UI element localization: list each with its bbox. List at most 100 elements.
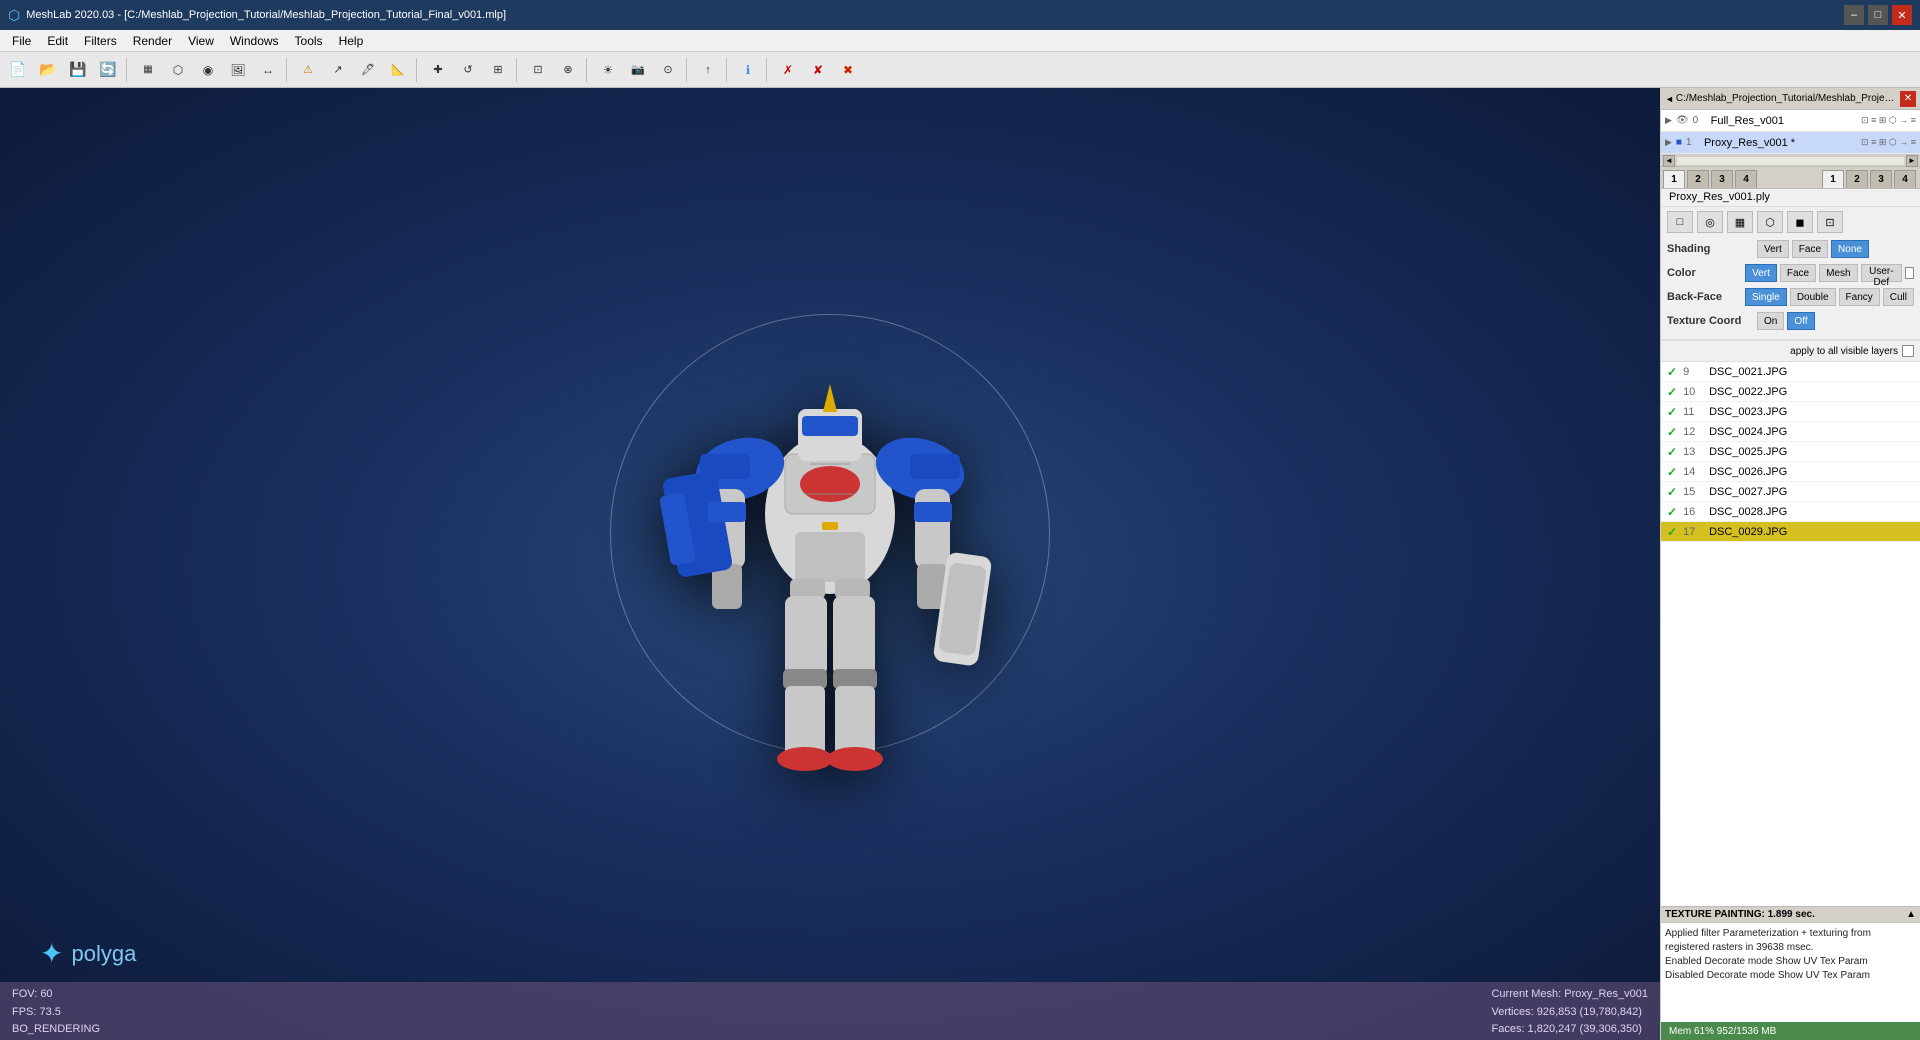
toolbar-light[interactable]: ☀ bbox=[594, 56, 622, 84]
color-mesh[interactable]: Mesh bbox=[1819, 264, 1857, 282]
polyga-icon: ✦ bbox=[40, 937, 63, 970]
render-btn-tex[interactable]: ⊡ bbox=[1817, 211, 1843, 233]
polyga-logo: ✦ polyga bbox=[40, 937, 136, 970]
toolbar-del-vert[interactable]: ✗ bbox=[774, 56, 802, 84]
toolbar-del-face[interactable]: ✘ bbox=[804, 56, 832, 84]
img-name-4: DSC_0025.JPG bbox=[1709, 446, 1914, 458]
maximize-button[interactable]: □ bbox=[1868, 5, 1888, 25]
toolbar-render-smooth[interactable]: ◉ bbox=[194, 56, 222, 84]
fov-text: FOV: 60 bbox=[12, 986, 100, 1004]
menu-tools[interactable]: Tools bbox=[287, 32, 331, 50]
panel-close-button[interactable]: ✕ bbox=[1900, 91, 1916, 107]
image-row-8[interactable]: ✓ 17 DSC_0029.JPG bbox=[1661, 522, 1920, 542]
toolbar-align[interactable]: ⊡ bbox=[524, 56, 552, 84]
image-list[interactable]: ✓ 9 DSC_0021.JPG ✓ 10 DSC_0022.JPG ✓ 11 … bbox=[1661, 362, 1920, 906]
faces-text: Faces: 1,820,247 (39,306,350) bbox=[1491, 1021, 1648, 1039]
toolbar-measure[interactable]: 📐 bbox=[384, 56, 412, 84]
tab-r2[interactable]: 2 bbox=[1846, 170, 1868, 188]
image-row-7[interactable]: ✓ 16 DSC_0028.JPG bbox=[1661, 502, 1920, 522]
render-btn-flat[interactable]: ▦ bbox=[1727, 211, 1753, 233]
viewport[interactable]: ✦ polyga FOV: 60 FPS: 73.5 BO_RENDERING … bbox=[0, 88, 1660, 1040]
render-btn-wire[interactable]: ⬡ bbox=[1757, 211, 1783, 233]
statusbar: FOV: 60 FPS: 73.5 BO_RENDERING Current M… bbox=[0, 982, 1660, 1040]
render-btn-solid[interactable]: ◼ bbox=[1787, 211, 1813, 233]
shading-vert[interactable]: Vert bbox=[1757, 240, 1789, 258]
toolbar-scale[interactable]: ⊞ bbox=[484, 56, 512, 84]
app-icon: ⬡ bbox=[8, 7, 20, 24]
toolbar-del-sel[interactable]: ✖ bbox=[834, 56, 862, 84]
layer-0-icons: ⊡ ≡ ⊞ ⬡ → ≡ bbox=[1861, 115, 1916, 126]
tab-r3[interactable]: 3 bbox=[1870, 170, 1892, 188]
menu-view[interactable]: View bbox=[180, 32, 222, 50]
render-btn-box[interactable]: □ bbox=[1667, 211, 1693, 233]
menu-file[interactable]: File bbox=[4, 32, 39, 50]
menu-help[interactable]: Help bbox=[331, 32, 372, 50]
minimize-button[interactable]: – bbox=[1844, 5, 1864, 25]
backface-fancy[interactable]: Fancy bbox=[1839, 288, 1880, 306]
color-userdef[interactable]: User-Def bbox=[1861, 264, 1903, 282]
image-row-3[interactable]: ✓ 12 DSC_0024.JPG bbox=[1661, 422, 1920, 442]
toolbar-render-wire[interactable]: ⬡ bbox=[164, 56, 192, 84]
image-row-0[interactable]: ✓ 9 DSC_0021.JPG bbox=[1661, 362, 1920, 382]
toolbar-save[interactable]: 💾 bbox=[64, 56, 92, 84]
memory-text: Mem 61% 952/1536 MB bbox=[1669, 1026, 1776, 1037]
color-vert[interactable]: Vert bbox=[1745, 264, 1777, 282]
toolbar-sep-8 bbox=[766, 58, 770, 82]
toolbar-rotate[interactable]: ↺ bbox=[454, 56, 482, 84]
panel-arrow[interactable]: ◄ bbox=[1665, 94, 1674, 104]
texture-off[interactable]: Off bbox=[1787, 312, 1814, 330]
backface-options: Single Double Fancy Cull bbox=[1745, 288, 1914, 306]
toolbar-reload[interactable]: 🔄 bbox=[94, 56, 122, 84]
tab-1[interactable]: 1 bbox=[1663, 170, 1685, 188]
tab-r4[interactable]: 4 bbox=[1894, 170, 1916, 188]
toolbar-pick[interactable]: 🖊 bbox=[354, 56, 382, 84]
toolbar-trackball[interactable]: ⊙ bbox=[654, 56, 682, 84]
tab-3[interactable]: 3 bbox=[1711, 170, 1733, 188]
apply-checkbox[interactable] bbox=[1902, 345, 1914, 357]
layer-row-1[interactable]: ▶ ■ 1 Proxy_Res_v001 * ⊡ ≡ ⊞ ⬡ → ≡ bbox=[1661, 132, 1920, 154]
menu-windows[interactable]: Windows bbox=[222, 32, 287, 50]
shading-none[interactable]: None bbox=[1831, 240, 1869, 258]
backface-double[interactable]: Double bbox=[1790, 288, 1836, 306]
toolbar-new[interactable]: 📄 bbox=[4, 56, 32, 84]
scroll-right-button[interactable]: ► bbox=[1906, 155, 1918, 167]
image-row-2[interactable]: ✓ 11 DSC_0023.JPG bbox=[1661, 402, 1920, 422]
color-face[interactable]: Face bbox=[1780, 264, 1816, 282]
tab-r1[interactable]: 1 bbox=[1822, 170, 1844, 188]
toolbar-show-normals[interactable]: ↑ bbox=[694, 56, 722, 84]
tab-4[interactable]: 4 bbox=[1735, 170, 1757, 188]
img-num-7: 16 bbox=[1683, 506, 1703, 518]
toolbar-sep-6 bbox=[686, 58, 690, 82]
img-name-6: DSC_0027.JPG bbox=[1709, 486, 1914, 498]
layer-row-0[interactable]: ▶ 👁 0 Full_Res_v001 ⊡ ≡ ⊞ ⬡ → ≡ bbox=[1661, 110, 1920, 132]
color-checkbox[interactable] bbox=[1905, 267, 1914, 279]
toolbar-render-flat[interactable]: ▦ bbox=[134, 56, 162, 84]
toolbar-open[interactable]: 📂 bbox=[34, 56, 62, 84]
backface-single[interactable]: Single bbox=[1745, 288, 1787, 306]
image-row-4[interactable]: ✓ 13 DSC_0025.JPG bbox=[1661, 442, 1920, 462]
toolbar-screenshot[interactable]: 📷 bbox=[624, 56, 652, 84]
scroll-left-button[interactable]: ◄ bbox=[1663, 155, 1675, 167]
backface-cull[interactable]: Cull bbox=[1883, 288, 1914, 306]
toolbar-render-tex[interactable]: 🖼 bbox=[224, 56, 252, 84]
menu-filters[interactable]: Filters bbox=[76, 32, 125, 50]
menu-render[interactable]: Render bbox=[125, 32, 180, 50]
toolbar-select-vert[interactable]: ⚠ bbox=[294, 56, 322, 84]
texture-on[interactable]: On bbox=[1757, 312, 1784, 330]
shading-face[interactable]: Face bbox=[1792, 240, 1828, 258]
image-row-6[interactable]: ✓ 15 DSC_0027.JPG bbox=[1661, 482, 1920, 502]
image-row-1[interactable]: ✓ 10 DSC_0022.JPG bbox=[1661, 382, 1920, 402]
toolbar-info[interactable]: ℹ bbox=[734, 56, 762, 84]
toolbar-translate[interactable]: ✚ bbox=[424, 56, 452, 84]
scroll-track[interactable] bbox=[1677, 157, 1904, 165]
menu-edit[interactable]: Edit bbox=[39, 32, 76, 50]
toolbar-select-face[interactable]: ↗ bbox=[324, 56, 352, 84]
toolbar-snap[interactable]: ⊗ bbox=[554, 56, 582, 84]
log-expand-icon[interactable]: ▲ bbox=[1906, 909, 1916, 920]
tab-2[interactable]: 2 bbox=[1687, 170, 1709, 188]
render-btn-smooth[interactable]: ◎ bbox=[1697, 211, 1723, 233]
status-left: FOV: 60 FPS: 73.5 BO_RENDERING bbox=[12, 986, 100, 1039]
toolbar-backface[interactable]: ↔ bbox=[254, 56, 282, 84]
image-row-5[interactable]: ✓ 14 DSC_0026.JPG bbox=[1661, 462, 1920, 482]
close-button[interactable]: ✕ bbox=[1892, 5, 1912, 25]
